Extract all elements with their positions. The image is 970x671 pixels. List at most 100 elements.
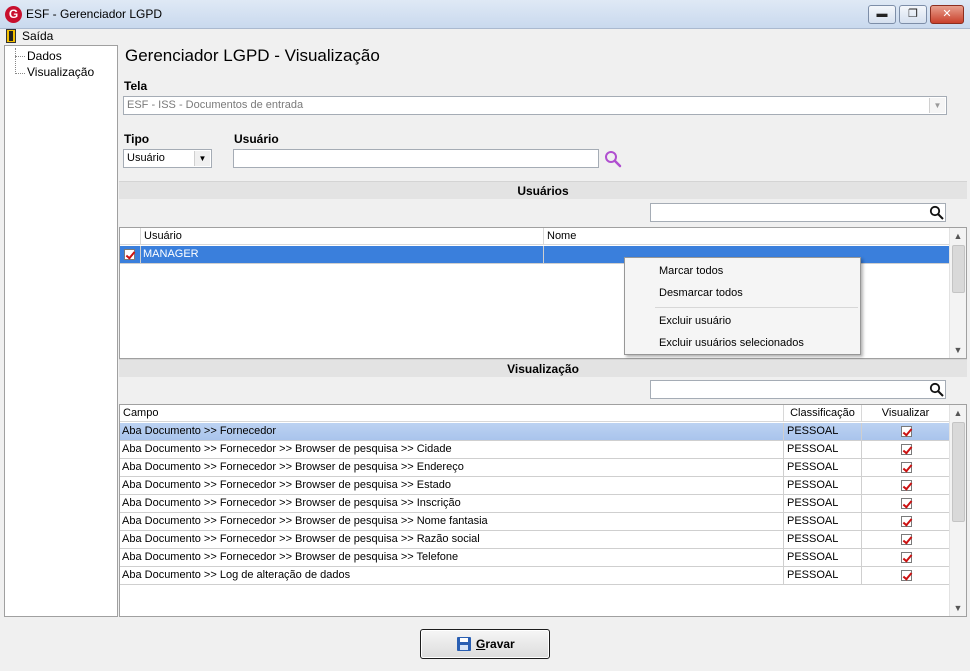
table-row[interactable]: Aba Documento >> Fornecedor >> Browser d…	[120, 441, 949, 459]
exit-door-icon[interactable]	[6, 29, 16, 43]
close-window-button[interactable]: ✕	[930, 5, 964, 24]
cell-visualizar[interactable]	[862, 567, 949, 584]
visualizacao-search-input[interactable]	[650, 380, 946, 399]
table-row[interactable]: Aba Documento >> Fornecedor >> Browser d…	[120, 459, 949, 477]
table-row[interactable]: Aba Documento >> Log de alteração de dad…	[120, 567, 949, 585]
row-checkbox-cell[interactable]	[120, 246, 141, 263]
tree-connector	[15, 56, 25, 57]
menu-item-desmarcar-todos[interactable]: Desmarcar todos	[659, 287, 743, 299]
cell-campo: Aba Documento >> Fornecedor >> Browser d…	[120, 531, 784, 548]
scroll-down-icon[interactable]: ▼	[950, 342, 966, 358]
visualizar-checkbox[interactable]	[901, 570, 912, 581]
menu-bar	[0, 29, 970, 45]
chevron-down-icon[interactable]: ▼	[194, 151, 210, 166]
table-row[interactable]: Aba Documento >> Fornecedor >> Browser d…	[120, 513, 949, 531]
chevron-down-icon[interactable]: ▼	[929, 98, 945, 113]
cell-classificacao: PESSOAL	[784, 531, 862, 548]
column-header-campo[interactable]: Campo	[120, 405, 784, 422]
search-icon[interactable]	[929, 382, 944, 397]
column-header-nome[interactable]: Nome	[544, 228, 949, 245]
visualizar-checkbox[interactable]	[901, 516, 912, 527]
usuario-label: Usuário	[234, 132, 279, 146]
cell-visualizar[interactable]	[862, 459, 949, 476]
visualizacao-section-header: Visualização	[119, 359, 967, 377]
save-button-label: Gravar	[476, 637, 515, 651]
tree-item-dados[interactable]: Dados	[27, 49, 62, 63]
visualizar-checkbox[interactable]	[901, 426, 912, 437]
tela-select[interactable]: ESF - ISS - Documentos de entrada ▼	[123, 96, 947, 115]
search-icon[interactable]	[929, 205, 944, 220]
usuario-input[interactable]	[233, 149, 599, 168]
search-user-icon[interactable]	[604, 150, 622, 168]
cell-campo: Aba Documento >> Fornecedor >> Browser d…	[120, 513, 784, 530]
users-scrollbar[interactable]: ▲ ▼	[949, 228, 966, 358]
cell-campo: Aba Documento >> Fornecedor >> Browser d…	[120, 549, 784, 566]
cell-visualizar[interactable]	[862, 513, 949, 530]
table-row[interactable]: Aba Documento >> Fornecedor >> Browser d…	[120, 495, 949, 513]
column-header-visualizar[interactable]: Visualizar	[862, 405, 949, 422]
tree-connector	[15, 48, 16, 74]
window-title: ESF - Gerenciador LGPD	[26, 7, 163, 21]
scroll-down-icon[interactable]: ▼	[950, 600, 966, 616]
cell-visualizar[interactable]	[862, 531, 949, 548]
cell-campo: Aba Documento >> Fornecedor >> Browser d…	[120, 441, 784, 458]
cell-classificacao: PESSOAL	[784, 477, 862, 494]
visualizar-checkbox[interactable]	[901, 552, 912, 563]
checkbox-column-header[interactable]	[120, 228, 141, 245]
cell-usuario: MANAGER	[141, 246, 544, 263]
column-header-classificacao[interactable]: Classificação	[784, 405, 862, 422]
visualizar-checkbox[interactable]	[901, 444, 912, 455]
table-row[interactable]: Aba Documento >> Fornecedor >> Browser d…	[120, 531, 949, 549]
cell-classificacao: PESSOAL	[784, 495, 862, 512]
cell-campo: Aba Documento >> Fornecedor >> Browser d…	[120, 459, 784, 476]
users-section-header: Usuários	[119, 181, 967, 199]
cell-visualizar[interactable]	[862, 495, 949, 512]
visualizacao-scrollbar[interactable]: ▲ ▼	[949, 405, 966, 616]
menu-item-marcar-todos[interactable]: Marcar todos	[659, 265, 723, 277]
table-row[interactable]: Aba Documento >> Fornecedor PESSOAL	[120, 423, 949, 441]
visualizar-checkbox[interactable]	[901, 480, 912, 491]
visualizar-checkbox[interactable]	[901, 534, 912, 545]
visualizacao-grid: Campo Classificação Visualizar Aba Docum…	[119, 404, 967, 617]
tipo-select-value: Usuário	[127, 152, 165, 164]
navigation-tree: Dados Visualização	[4, 45, 118, 617]
visualizar-checkbox[interactable]	[901, 462, 912, 473]
scroll-thumb[interactable]	[952, 422, 965, 522]
cell-visualizar[interactable]	[862, 423, 949, 440]
cell-classificacao: PESSOAL	[784, 423, 862, 440]
cell-visualizar[interactable]	[862, 441, 949, 458]
users-grid-header: Usuário Nome	[120, 228, 949, 245]
cell-classificacao: PESSOAL	[784, 441, 862, 458]
cell-campo: Aba Documento >> Fornecedor >> Browser d…	[120, 477, 784, 494]
tipo-label: Tipo	[124, 132, 150, 146]
cell-campo: Aba Documento >> Fornecedor >> Browser d…	[120, 495, 784, 512]
menu-item-excluir-selecionados[interactable]: Excluir usuários selecionados	[659, 337, 804, 349]
menu-exit[interactable]: Saída	[22, 29, 53, 43]
table-row[interactable]: Aba Documento >> Fornecedor >> Browser d…	[120, 477, 949, 495]
tela-label: Tela	[124, 79, 148, 93]
row-checkbox[interactable]	[124, 249, 135, 260]
cell-classificacao: PESSOAL	[784, 549, 862, 566]
menu-separator	[655, 307, 858, 308]
scroll-up-icon[interactable]: ▲	[950, 405, 966, 421]
users-search-input[interactable]	[650, 203, 946, 222]
context-menu: Marcar todos Desmarcar todos Excluir usu…	[624, 257, 861, 355]
cell-visualizar[interactable]	[862, 549, 949, 566]
tipo-select[interactable]: Usuário ▼	[123, 149, 212, 168]
minimize-button[interactable]: ▬	[868, 5, 896, 24]
table-row[interactable]: Aba Documento >> Fornecedor >> Browser d…	[120, 549, 949, 567]
column-header-usuario[interactable]: Usuário	[141, 228, 544, 245]
save-button[interactable]: Gravar	[420, 629, 550, 659]
page-title: Gerenciador LGPD - Visualização	[125, 46, 380, 65]
tree-item-visualizacao[interactable]: Visualização	[27, 65, 94, 79]
cell-classificacao: PESSOAL	[784, 459, 862, 476]
cell-campo: Aba Documento >> Log de alteração de dad…	[120, 567, 784, 584]
scroll-thumb[interactable]	[952, 245, 965, 293]
visualizar-checkbox[interactable]	[901, 498, 912, 509]
scroll-up-icon[interactable]: ▲	[950, 228, 966, 244]
cell-campo: Aba Documento >> Fornecedor	[120, 423, 784, 440]
cell-visualizar[interactable]	[862, 477, 949, 494]
menu-item-excluir-usuario[interactable]: Excluir usuário	[659, 315, 731, 327]
maximize-button[interactable]: ❐	[899, 5, 927, 24]
tela-select-value: ESF - ISS - Documentos de entrada	[127, 99, 304, 111]
